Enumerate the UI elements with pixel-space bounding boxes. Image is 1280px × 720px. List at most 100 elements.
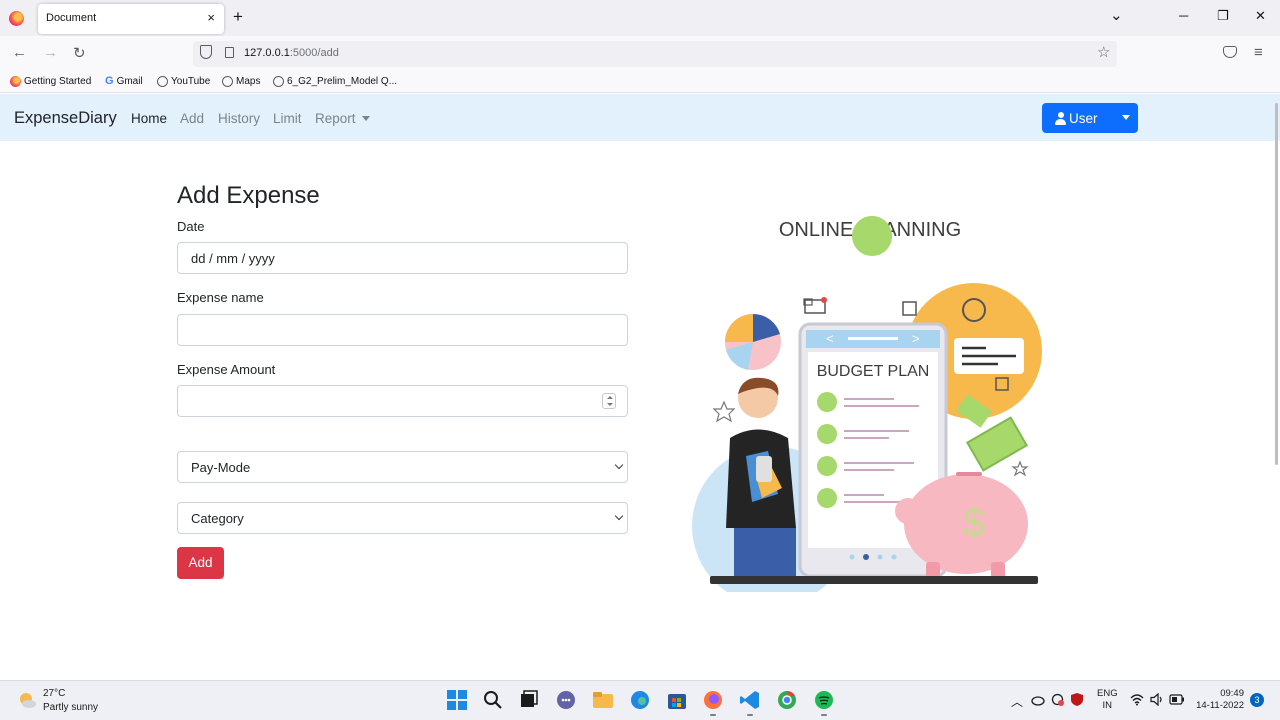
system-clock[interactable]: 09:49 14-11-2022: [1195, 688, 1244, 712]
tracking-shield-icon[interactable]: [200, 45, 212, 59]
chevron-down-icon: [614, 511, 624, 521]
pay-mode-selected: Pay-Mode: [191, 460, 251, 475]
new-tab-button[interactable]: +: [233, 7, 243, 27]
dollar-sign: $: [963, 501, 985, 545]
bookmark-label: 6_G2_Prelim_Model Q...: [287, 76, 398, 87]
bookmark-youtube[interactable]: YouTube: [157, 76, 210, 87]
user-button-label: User: [1069, 111, 1098, 126]
bookmark-label: Gmail: [116, 76, 143, 87]
url-host: 127.0.0.1: [244, 47, 290, 59]
clock-time: 09:49: [1220, 688, 1244, 699]
tab-title: Document: [46, 12, 97, 24]
close-window-icon[interactable]: ✕: [1255, 8, 1266, 24]
pay-mode-select[interactable]: Pay-Mode: [177, 451, 628, 483]
firefox-icon[interactable]: [9, 11, 24, 26]
onedrive-cloud-icon[interactable]: [1030, 692, 1045, 707]
nav-history[interactable]: History: [218, 111, 260, 126]
svg-text:<: <: [826, 331, 834, 346]
active-app-indicator: [821, 714, 827, 716]
nav-limit[interactable]: Limit: [273, 111, 302, 126]
active-app-indicator: [747, 714, 753, 716]
caret-down-icon[interactable]: [1122, 115, 1130, 120]
bookmark-getting-started[interactable]: Getting Started: [10, 76, 91, 87]
url-path: :5000/add: [289, 47, 339, 59]
nav-report-label: Report: [315, 111, 356, 126]
nav-home[interactable]: Home: [131, 111, 167, 126]
check-icon: [860, 264, 888, 289]
chevron-down-icon: [614, 460, 624, 470]
forward-icon[interactable]: →: [43, 44, 58, 61]
restore-icon[interactable]: ❐: [1217, 8, 1229, 24]
budget-plan-title: BUDGET PLAN: [817, 363, 930, 380]
bookmark-star-icon[interactable]: ☆: [1097, 43, 1110, 61]
firefox-taskbar-icon[interactable]: [702, 689, 724, 711]
edge-icon[interactable]: [629, 689, 651, 711]
reload-icon[interactable]: ↻: [73, 44, 86, 62]
add-expense-button[interactable]: Add: [177, 547, 224, 579]
firefox-icon: [10, 76, 21, 87]
clock-date: 14-11-2022: [1196, 700, 1244, 711]
user-dropdown-button[interactable]: User: [1042, 103, 1138, 133]
list-all-tabs-icon[interactable]: ⌄: [1110, 6, 1123, 24]
nav-report-dropdown[interactable]: Report: [315, 111, 370, 126]
bookmark-label: Getting Started: [24, 76, 92, 87]
tray-overflow-icon[interactable]: ︿: [1011, 693, 1023, 710]
weather-partly-sunny-icon[interactable]: [17, 690, 37, 710]
weather-condition[interactable]: Partly sunny: [43, 702, 98, 713]
minimize-icon[interactable]: ─: [1179, 8, 1188, 23]
active-app-indicator: [710, 714, 716, 716]
date-placeholder: dd / mm / yyyy: [191, 251, 275, 266]
date-input[interactable]: dd / mm / yyyy: [177, 242, 628, 274]
task-view-icon[interactable]: [518, 689, 540, 711]
expense-amount-label: Expense Amount: [177, 362, 276, 377]
page-scrollbar[interactable]: [1275, 103, 1278, 465]
bookmark-prelim-model[interactable]: 6_G2_Prelim_Model Q...: [273, 76, 397, 87]
url-text[interactable]: 127.0.0.1:5000/add: [244, 47, 339, 59]
sync-icon[interactable]: [1050, 692, 1065, 707]
online-planning-illustration: ONLINE PLANNING < > BUDGET PLAN $: [692, 216, 1042, 592]
menu-icon[interactable]: ≡: [1254, 44, 1263, 61]
brand-logo[interactable]: ExpenseDiary: [14, 109, 117, 128]
mcafee-shield-icon[interactable]: [1070, 692, 1084, 707]
spotify-icon[interactable]: [813, 689, 835, 711]
expense-name-input[interactable]: [177, 314, 628, 346]
search-icon[interactable]: [482, 689, 504, 711]
file-explorer-icon[interactable]: [592, 689, 614, 711]
expense-amount-input[interactable]: [177, 385, 628, 417]
teams-chat-icon[interactable]: [555, 689, 577, 711]
category-selected: Category: [191, 511, 244, 526]
browser-tab[interactable]: Document ×: [38, 4, 224, 34]
microsoft-store-icon[interactable]: [666, 689, 688, 711]
globe-icon: [222, 76, 233, 87]
banknote-icon: [965, 416, 1029, 472]
tab-close-icon[interactable]: ×: [207, 10, 215, 25]
number-stepper-icon[interactable]: [602, 393, 616, 409]
globe-icon: [273, 76, 284, 87]
google-icon: G: [105, 75, 114, 87]
bookmark-gmail[interactable]: G Gmail: [105, 75, 143, 88]
battery-icon[interactable]: [1169, 694, 1185, 705]
chrome-icon[interactable]: [776, 689, 798, 711]
input-language-indicator[interactable]: ENG IN: [1097, 688, 1118, 712]
windows-start-icon[interactable]: [446, 689, 468, 711]
wifi-icon[interactable]: [1130, 693, 1144, 706]
notification-count-badge[interactable]: 3: [1250, 693, 1264, 707]
bookmark-maps[interactable]: Maps: [222, 76, 260, 87]
page-info-icon[interactable]: [225, 47, 234, 58]
region-code: IN: [1102, 700, 1113, 711]
ground-line: [710, 576, 1038, 584]
category-select[interactable]: Category: [177, 502, 628, 534]
nav-add[interactable]: Add: [180, 111, 204, 126]
date-label: Date: [177, 219, 205, 234]
check-badge: [852, 216, 893, 256]
checkbox-icon: [902, 301, 917, 316]
bookmark-label: Maps: [236, 76, 261, 87]
bookmark-label: YouTube: [171, 76, 211, 87]
page-title: Add Expense: [177, 182, 320, 209]
volume-icon[interactable]: [1150, 693, 1164, 706]
svg-text:>: >: [912, 331, 920, 346]
weather-temperature[interactable]: 27°C: [43, 688, 65, 699]
back-icon[interactable]: ←: [12, 44, 27, 61]
user-icon: [1055, 112, 1066, 125]
vscode-icon[interactable]: [739, 689, 761, 711]
